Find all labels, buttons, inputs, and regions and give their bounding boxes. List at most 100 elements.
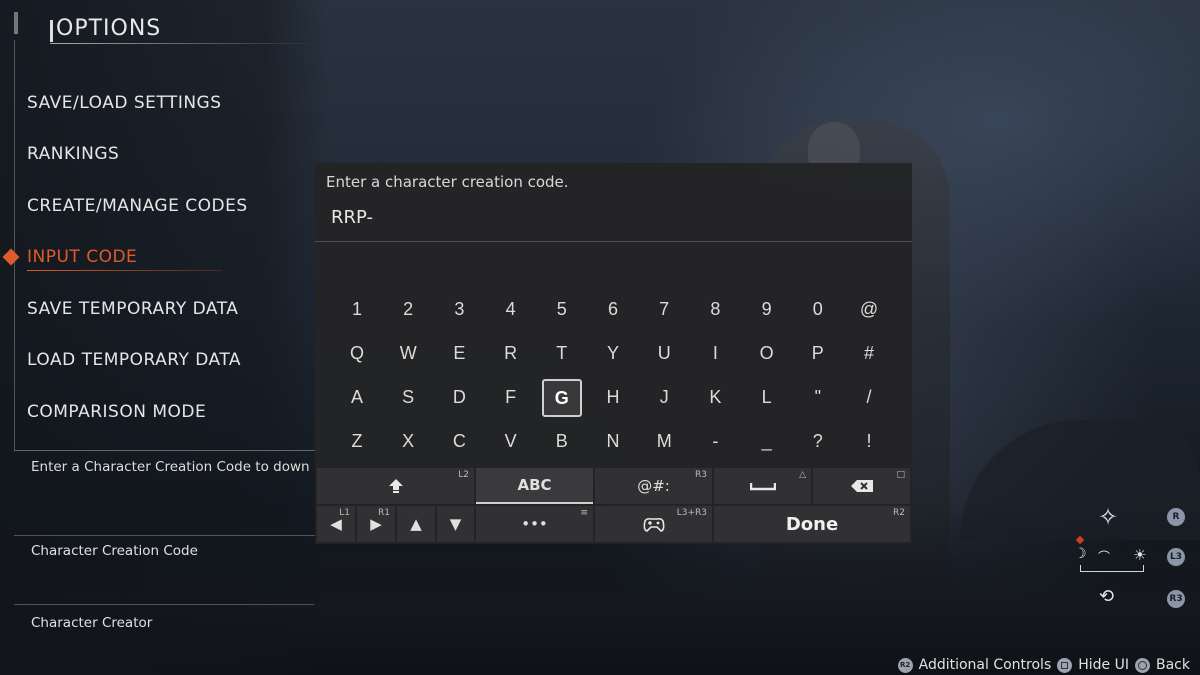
key[interactable]: F (491, 379, 531, 415)
done-button[interactable]: Done R2 (714, 506, 910, 542)
camera-icon: ⟲ (1099, 586, 1115, 607)
cursor-left-button[interactable]: ◀ L1 (317, 506, 355, 542)
compass-icon: ✧ (1098, 503, 1119, 531)
cursor-up-button[interactable]: ▲ (397, 506, 435, 542)
square-button-icon (1057, 657, 1073, 673)
key[interactable]: ! (849, 423, 889, 459)
key[interactable]: 9 (747, 291, 787, 327)
key[interactable]: B (542, 423, 582, 459)
key[interactable]: M (644, 423, 684, 459)
moon-icon: ☽ (1074, 546, 1087, 562)
sun-icon: ☀ (1133, 546, 1147, 564)
key[interactable]: 4 (491, 291, 531, 327)
more-options-button[interactable]: ••• ≡ (476, 506, 593, 542)
r2-button-icon: R2 (897, 657, 913, 673)
key[interactable]: 7 (644, 291, 684, 327)
key[interactable]: ? (798, 423, 838, 459)
key[interactable]: V (491, 423, 531, 459)
circle-button-icon (1135, 657, 1150, 673)
key[interactable]: _ (747, 423, 787, 459)
section-character-creator: Character Creator (31, 615, 153, 631)
horizon-icon: ⌒ (1098, 550, 1111, 564)
menu-item-load-temporary-data[interactable]: LOAD TEMPORARY DATA (27, 350, 241, 370)
key[interactable]: G (541, 379, 582, 417)
key[interactable]: # (849, 335, 889, 371)
additional-controls-label[interactable]: Additional Controls (919, 657, 1052, 673)
menu-item-save-load-settings[interactable]: SAVE/LOAD SETTINGS (27, 93, 222, 113)
cursor-right-hint: R1 (378, 508, 390, 518)
key[interactable]: X (388, 423, 428, 459)
menu-item-create-manage-codes[interactable]: CREATE/MANAGE CODES (27, 196, 248, 216)
cursor-up-icon: ▲ (410, 515, 422, 533)
space-button[interactable]: △ (714, 468, 811, 504)
code-input-value: RRP- (331, 207, 373, 228)
key[interactable]: E (439, 335, 479, 371)
menu-item-rankings[interactable]: RANKINGS (27, 144, 119, 164)
cursor-down-button[interactable]: ▼ (437, 506, 474, 542)
key[interactable]: Y (593, 335, 633, 371)
backspace-button[interactable]: □ (813, 468, 910, 504)
controller-hint: L3+R3 (676, 508, 707, 518)
menu-item-input-code[interactable]: INPUT CODE (27, 247, 137, 267)
key[interactable]: N (593, 423, 633, 459)
key[interactable]: 0 (798, 291, 838, 327)
title-mark (50, 20, 53, 42)
key[interactable]: 2 (388, 291, 428, 327)
cursor-left-hint: L1 (339, 508, 350, 518)
key[interactable]: T (542, 335, 582, 371)
selection-diamond-icon (2, 248, 20, 266)
key[interactable]: 8 (695, 291, 735, 327)
key[interactable]: R (491, 335, 531, 371)
section-divider (14, 604, 314, 605)
key[interactable]: 5 (542, 291, 582, 327)
done-label: Done (785, 513, 839, 535)
key[interactable]: D (439, 379, 479, 415)
code-input-field[interactable]: RRP- (315, 195, 912, 242)
key[interactable]: S (388, 379, 428, 415)
symbols-mode-button[interactable]: @#: R3 (595, 468, 712, 504)
space-hint: △ (799, 470, 806, 480)
key[interactable]: L (747, 379, 787, 415)
key[interactable]: I (695, 335, 735, 371)
key[interactable]: @ (849, 291, 889, 327)
section-character-creation-code: Character Creation Code (31, 543, 198, 559)
more-dots-icon: ••• (521, 515, 548, 533)
menu-item-save-temporary-data[interactable]: SAVE TEMPORARY DATA (27, 299, 238, 319)
time-of-day-bar (1080, 571, 1144, 572)
symbols-mode-label: @#: (637, 477, 670, 495)
key[interactable]: A (337, 379, 377, 415)
key[interactable]: W (388, 335, 428, 371)
key[interactable]: 6 (593, 291, 633, 327)
cursor-down-icon: ▼ (449, 515, 462, 533)
backspace-hint: □ (896, 470, 905, 480)
backspace-icon (850, 480, 873, 492)
key[interactable]: / (849, 379, 889, 415)
key[interactable]: H (593, 379, 633, 415)
key[interactable]: K (695, 379, 735, 415)
hide-ui-label[interactable]: Hide UI (1078, 657, 1129, 673)
menu-item-comparison-mode[interactable]: COMPARISON MODE (27, 402, 206, 422)
key[interactable]: O (747, 335, 787, 371)
symbols-hint: R3 (695, 470, 707, 480)
key[interactable]: " (798, 379, 838, 415)
back-label[interactable]: Back (1156, 657, 1190, 673)
key[interactable]: - (695, 423, 735, 459)
key[interactable]: Q (337, 335, 377, 371)
key[interactable]: U (644, 335, 684, 371)
cursor-right-button[interactable]: ▶ R1 (357, 506, 395, 542)
code-input-dialog: Enter a character creation code. RRP- 12… (315, 163, 912, 544)
key[interactable]: 1 (337, 291, 377, 327)
controller-input-button[interactable]: L3+R3 (595, 506, 712, 542)
abc-mode-button[interactable]: ABC (476, 468, 593, 504)
key[interactable]: Z (337, 423, 377, 459)
key[interactable]: J (644, 379, 684, 415)
controls-bar: R2 Additional Controls Hide UI Back (897, 657, 1190, 673)
shift-button[interactable]: L2 (317, 468, 474, 504)
done-hint: R2 (893, 508, 905, 518)
key[interactable]: 3 (439, 291, 479, 327)
hud-r-button: R (1167, 508, 1185, 526)
key[interactable]: P (798, 335, 838, 371)
shift-hint: L2 (458, 470, 469, 480)
key[interactable]: C (439, 423, 479, 459)
active-item-underline (27, 270, 222, 271)
